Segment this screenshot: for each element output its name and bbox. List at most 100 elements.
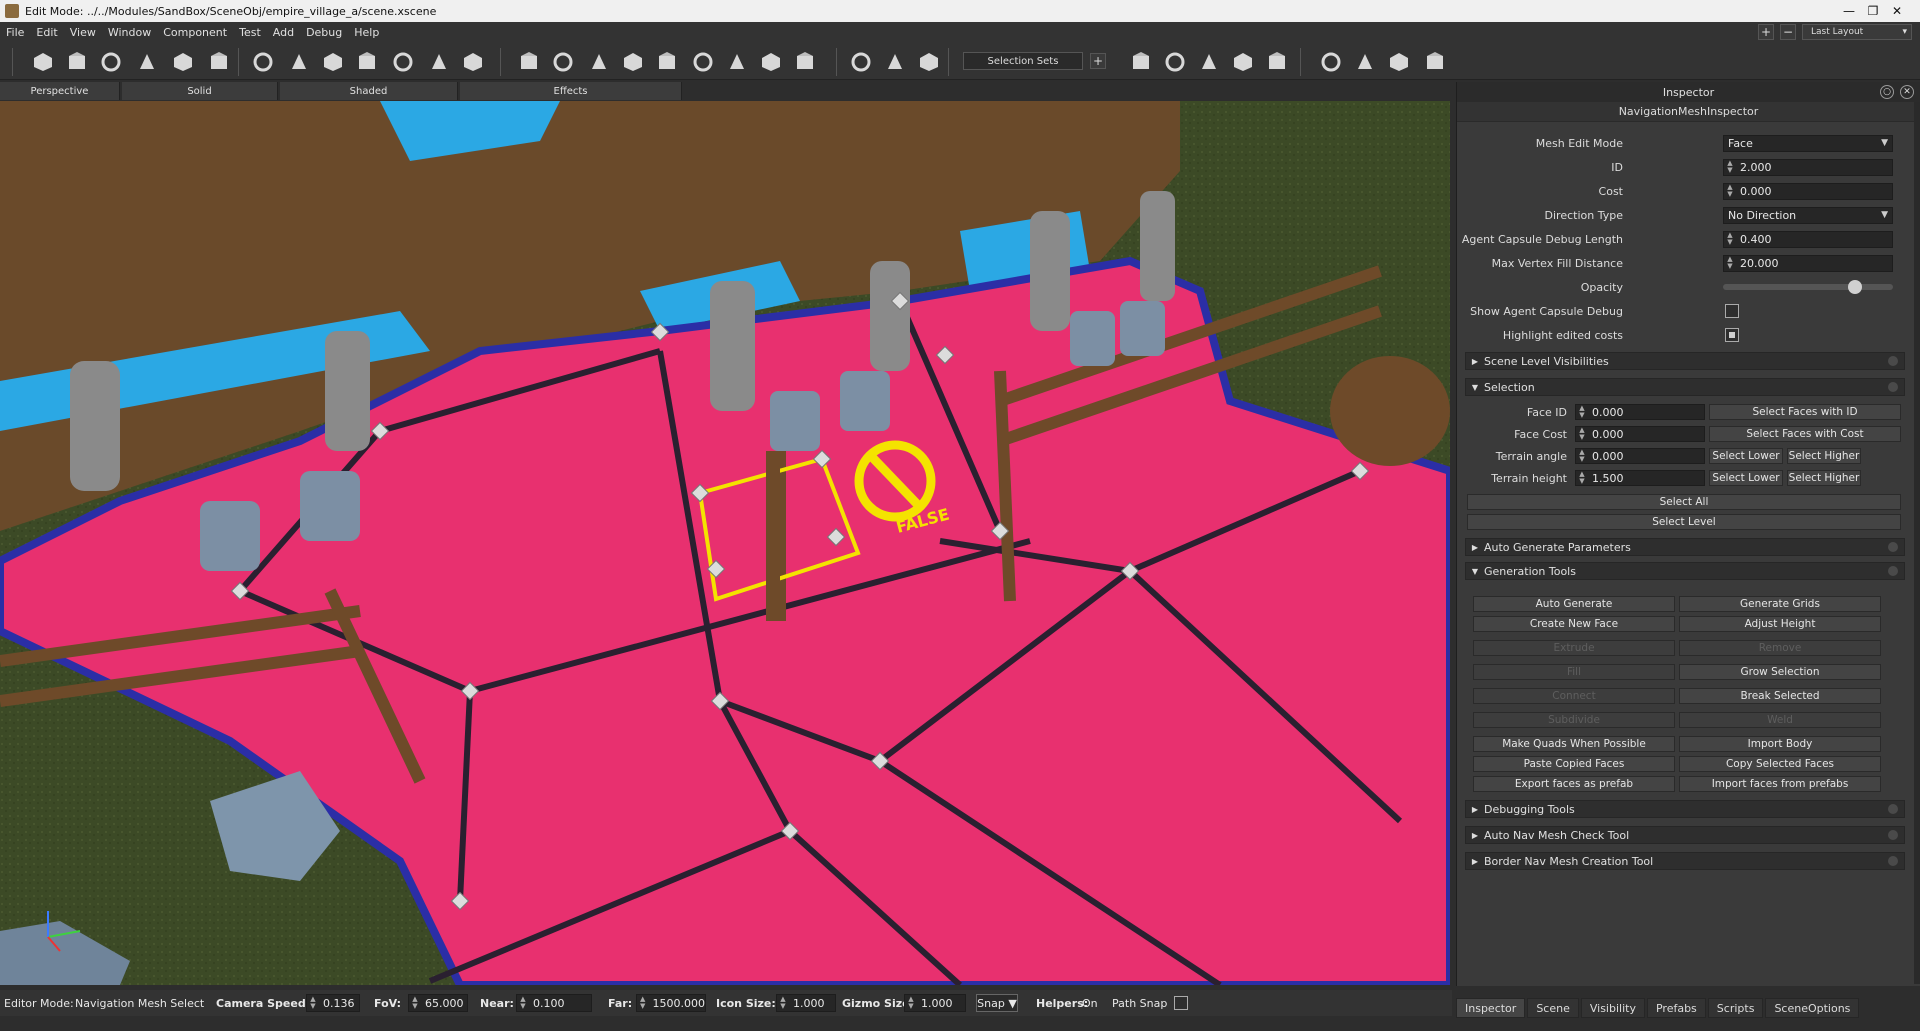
import-faces-from-prefabs-button[interactable]: Import faces from prefabs <box>1679 776 1881 792</box>
direction-type-select[interactable]: No Direction ▼ <box>1723 206 1893 224</box>
path-snap-checkbox[interactable] <box>1174 996 1188 1010</box>
tab-sceneoptions[interactable]: SceneOptions <box>1765 998 1860 1018</box>
generate-grids-button[interactable]: Generate Grids <box>1679 596 1881 612</box>
spinner-icon[interactable]: ▲ ▼ <box>777 996 789 1010</box>
close-button[interactable]: ✕ <box>1874 0 1920 22</box>
hand-icon[interactable] <box>32 51 54 73</box>
axis-alt-icon[interactable] <box>918 51 940 73</box>
tab-scripts[interactable]: Scripts <box>1707 998 1764 1018</box>
spinner-icon[interactable]: ▲ ▼ <box>637 996 649 1010</box>
menu-file[interactable]: File <box>0 26 30 39</box>
build-icon[interactable] <box>208 51 230 73</box>
create-new-face-button[interactable]: Create New Face <box>1473 616 1675 632</box>
face-id-field[interactable]: ▲ ▼ 0.000 <box>1575 404 1705 420</box>
play-icon[interactable] <box>136 51 158 73</box>
tab-scene[interactable]: Scene <box>1527 998 1579 1018</box>
spinner-icon[interactable]: ▲ ▼ <box>1576 405 1588 419</box>
house-alt-icon[interactable] <box>288 51 310 73</box>
section-generation-tools[interactable]: ▼ Generation Tools <box>1465 562 1905 580</box>
break-selected-button[interactable]: Break Selected <box>1679 688 1881 704</box>
tab-effects[interactable]: Effects <box>460 82 682 100</box>
splash-icon[interactable] <box>692 51 714 73</box>
cube-add-icon[interactable] <box>552 51 574 73</box>
section-border-nav-mesh[interactable]: ▶ Border Nav Mesh Creation Tool <box>1465 852 1905 870</box>
near-field[interactable]: ▲ ▼ 0.100 <box>516 994 592 1012</box>
menu-debug[interactable]: Debug <box>300 26 348 39</box>
cube-nav-icon[interactable] <box>794 51 816 73</box>
close-icon[interactable]: ✕ <box>1900 85 1914 99</box>
spinner-icon[interactable]: ▲ ▼ <box>517 996 529 1010</box>
tab-prefabs[interactable]: Prefabs <box>1646 998 1706 1018</box>
helpers-value[interactable]: On <box>1082 997 1098 1010</box>
selection-sets-dropdown[interactable]: Selection Sets <box>963 52 1083 70</box>
spinner-icon[interactable]: ▲ ▼ <box>1724 184 1736 198</box>
cube-doors-icon[interactable] <box>760 51 782 73</box>
ag-text-icon[interactable] <box>428 51 450 73</box>
house-variant-icon[interactable] <box>322 51 344 73</box>
snap-icon[interactable] <box>850 51 872 73</box>
open-icon[interactable] <box>100 51 122 73</box>
grow-selection-button[interactable]: Grow Selection <box>1679 664 1881 680</box>
highlight-costs-checkbox[interactable] <box>1725 328 1739 342</box>
select-level-button[interactable]: Select Level <box>1467 514 1901 530</box>
cost-field[interactable]: ▲ ▼ 0.000 <box>1723 182 1893 200</box>
lock-icon[interactable]: ○ <box>1880 85 1894 99</box>
menu-window[interactable]: Window <box>102 26 157 39</box>
atom-icon[interactable] <box>356 51 378 73</box>
select-faces-with-cost-button[interactable]: Select Faces with Cost <box>1709 426 1901 442</box>
scene-viewport[interactable]: FALSE <box>0 101 1450 985</box>
icon-size-field[interactable]: ▲ ▼ 1.000 <box>776 994 836 1012</box>
section-auto-generate-parameters[interactable]: ▶ Auto Generate Parameters <box>1465 538 1905 556</box>
snap-dropdown[interactable]: Snap ▼ <box>976 994 1018 1012</box>
tree-icon[interactable] <box>392 51 414 73</box>
menu-component[interactable]: Component <box>157 26 233 39</box>
fov-field[interactable]: ▲ ▼ 65.000 <box>408 994 468 1012</box>
cube-wire-icon[interactable] <box>726 51 748 73</box>
layout-select[interactable]: Last Layout ▾ <box>1802 24 1912 40</box>
tab-inspector[interactable]: Inspector <box>1456 998 1526 1018</box>
menu-help[interactable]: Help <box>348 26 385 39</box>
cube-light-icon[interactable] <box>1320 51 1342 73</box>
spinner-icon[interactable]: ▲ ▼ <box>1724 160 1736 174</box>
spinner-icon[interactable]: ▲ ▼ <box>905 996 917 1010</box>
tab-visibility[interactable]: Visibility <box>1580 998 1645 1018</box>
face-cost-field[interactable]: ▲ ▼ 0.000 <box>1575 426 1705 442</box>
cube-alt-icon[interactable] <box>622 51 644 73</box>
select-all-button[interactable]: Select All <box>1467 494 1901 510</box>
mesh-edit-mode-select[interactable]: Face ▼ <box>1723 134 1893 152</box>
spinner-icon[interactable]: ▲ ▼ <box>1576 427 1588 441</box>
show-capsule-checkbox[interactable] <box>1725 304 1739 318</box>
agent-capsule-length-field[interactable]: ▲ ▼ 0.400 <box>1723 230 1893 248</box>
slider-knob[interactable] <box>1847 280 1862 294</box>
section-auto-nav-mesh-check[interactable]: ▶ Auto Nav Mesh Check Tool <box>1465 826 1905 844</box>
adjust-height-button[interactable]: Adjust Height <box>1679 616 1881 632</box>
terrain-angle-field[interactable]: ▲ ▼ 0.000 <box>1575 448 1705 464</box>
far-field[interactable]: ▲ ▼ 1500.000 <box>636 994 706 1012</box>
terrain-angle-select-lower-button[interactable]: Select Lower <box>1709 448 1783 464</box>
auto-generate-button[interactable]: Auto Generate <box>1473 596 1675 612</box>
cube-cut-icon[interactable] <box>588 51 610 73</box>
house-icon[interactable] <box>252 51 274 73</box>
spinner-icon[interactable]: ▲ ▼ <box>409 996 421 1010</box>
save-icon[interactable] <box>66 51 88 73</box>
inspector-scrollbar[interactable] <box>1914 102 1920 984</box>
spinner-icon[interactable]: ▲ ▼ <box>1724 232 1736 246</box>
remove-layout-button[interactable]: − <box>1780 24 1796 40</box>
spinner-icon[interactable]: ▲ ▼ <box>1724 256 1736 270</box>
ruler-icon[interactable] <box>1354 51 1376 73</box>
buildings-icon[interactable] <box>656 51 678 73</box>
menu-view[interactable]: View <box>64 26 102 39</box>
terrain-height-select-lower-button[interactable]: Select Lower <box>1709 470 1783 486</box>
section-selection[interactable]: ▼ Selection <box>1465 378 1905 396</box>
section-scene-level-visibilities[interactable]: ▶ Scene Level Visibilities <box>1465 352 1905 370</box>
copy-selected-faces-button[interactable]: Copy Selected Faces <box>1679 756 1881 772</box>
terrain-angle-select-higher-button[interactable]: Select Higher <box>1787 448 1861 464</box>
spinner-icon[interactable]: ▲ ▼ <box>307 996 319 1010</box>
export-faces-as-prefab-button[interactable]: Export faces as prefab <box>1473 776 1675 792</box>
max-vertex-fill-field[interactable]: ▲ ▼ 20.000 <box>1723 254 1893 272</box>
spinner-icon[interactable]: ▲ ▼ <box>1576 471 1588 485</box>
sphere-icon[interactable] <box>1232 51 1254 73</box>
spinner-icon[interactable]: ▲ ▼ <box>1576 449 1588 463</box>
paste-copied-faces-button[interactable]: Paste Copied Faces <box>1473 756 1675 772</box>
play-outline-icon[interactable] <box>172 51 194 73</box>
